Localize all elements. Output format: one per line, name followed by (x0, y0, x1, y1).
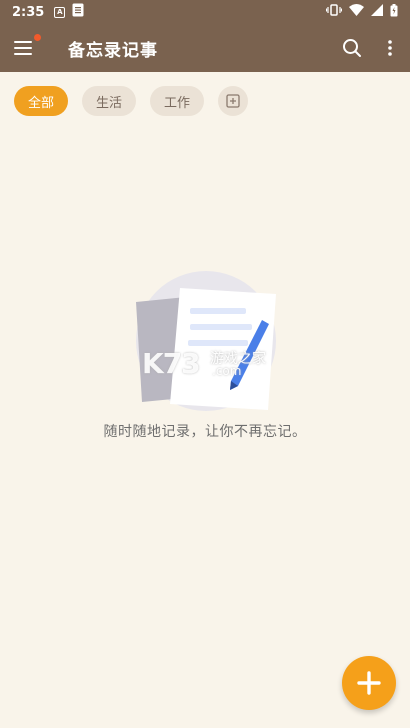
add-category-button[interactable] (218, 86, 249, 116)
tab-all[interactable]: 全部 (14, 86, 69, 116)
category-tabs: 全部 生活 工作 (14, 86, 249, 116)
notification-a-icon: A (54, 6, 66, 18)
add-note-button[interactable] (342, 656, 396, 710)
vibrate-icon (325, 4, 343, 20)
search-button[interactable] (340, 36, 364, 60)
empty-notes-illustration (132, 268, 280, 413)
status-bar: 2:35 A (0, 0, 410, 24)
menu-button[interactable] (14, 34, 41, 60)
page-title: 备忘录记事 (68, 41, 158, 61)
more-vert-icon (388, 40, 392, 56)
notification-doc-icon (72, 3, 84, 21)
plus-icon (357, 671, 381, 695)
notification-a-label: A (57, 8, 63, 16)
menu-icon (14, 41, 32, 43)
empty-state-message: 随时随地记录，让你不再忘记。 (103, 424, 307, 440)
more-options-button[interactable] (378, 36, 402, 60)
app-bar: 备忘录记事 (0, 24, 410, 72)
notification-dot (34, 34, 41, 41)
wifi-icon (349, 4, 364, 20)
menu-icon-line (14, 53, 32, 55)
signal-icon (371, 4, 383, 20)
menu-icon-line (14, 47, 32, 49)
tab-life[interactable]: 生活 (82, 86, 137, 116)
battery-icon (390, 3, 398, 21)
status-time: 2:35 (12, 4, 45, 20)
add-category-icon (226, 94, 240, 108)
search-icon (343, 39, 361, 57)
tab-work[interactable]: 工作 (150, 86, 205, 116)
